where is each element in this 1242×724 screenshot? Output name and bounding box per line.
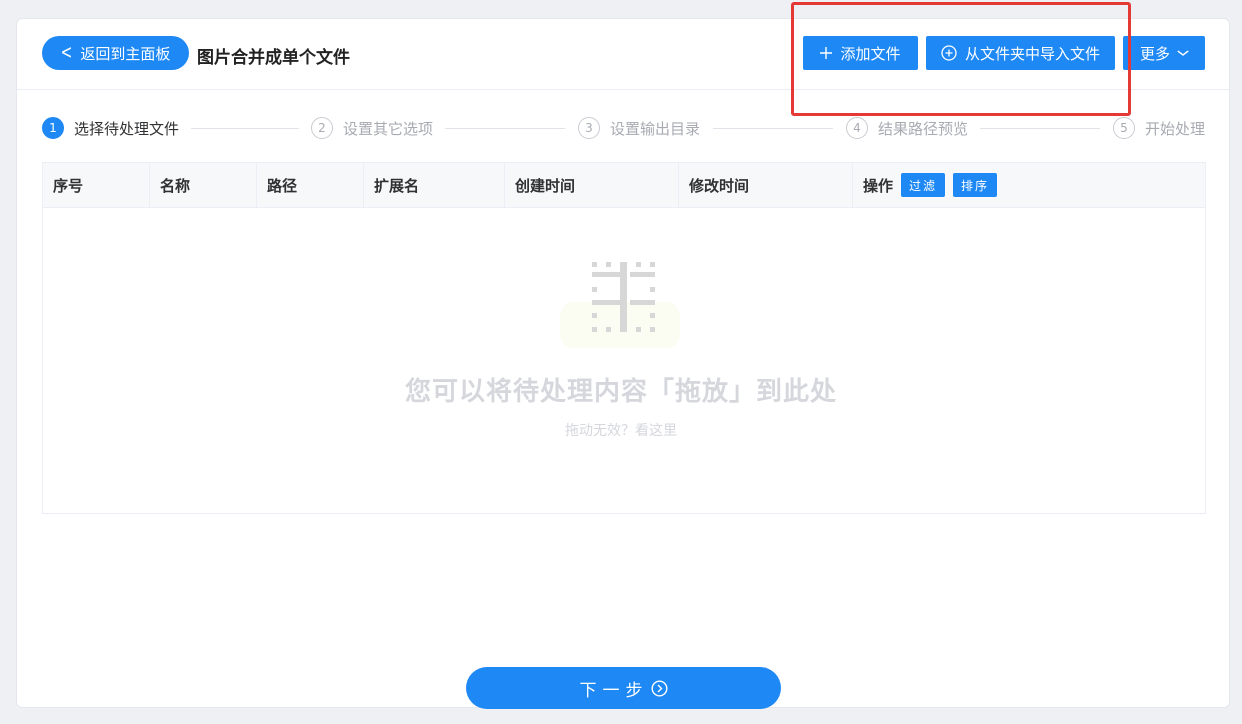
step-connector: [191, 128, 299, 129]
chevron-left-icon: <: [60, 41, 73, 65]
more-label: 更多: [1139, 44, 1170, 63]
column-header-extension[interactable]: 扩展名: [364, 163, 505, 207]
step-connector: [445, 128, 565, 129]
add-file-label: 添加文件: [840, 44, 901, 63]
main-panel: < 返回到主面板 图片合并成单个文件 添加文件 从文件夹中导入文件 更多 1 选: [16, 18, 1230, 708]
back-to-dashboard-button[interactable]: < 返回到主面板: [42, 36, 189, 70]
step-label: 设置输出目录: [610, 119, 701, 138]
next-step-button[interactable]: 下一步: [466, 667, 781, 709]
column-header-created[interactable]: 创建时间: [505, 163, 679, 207]
arrow-circle-right-icon: [650, 679, 668, 697]
filter-button[interactable]: 过滤: [901, 173, 946, 197]
more-dropdown-button[interactable]: 更多: [1123, 36, 1205, 70]
drop-zone-icon: [560, 262, 680, 348]
column-header-modified[interactable]: 修改时间: [679, 163, 853, 207]
table-header: 序号 名称 路径 扩展名 创建时间 修改时间 操作 过滤 排序: [43, 163, 1205, 208]
step-number: 1: [42, 117, 64, 139]
step-connector: [980, 128, 1100, 129]
step-start-processing[interactable]: 5 开始处理: [1113, 111, 1205, 145]
step-select-files[interactable]: 1 选择待处理文件: [42, 111, 179, 145]
column-header-path[interactable]: 路径: [257, 163, 364, 207]
wizard-steps: 1 选择待处理文件 2 设置其它选项 3 设置输出目录 4 结果路径预览 5 开…: [17, 111, 1229, 145]
plus-circle-icon: [941, 45, 957, 61]
import-from-folder-button[interactable]: 从文件夹中导入文件: [926, 36, 1115, 70]
chevron-down-icon: [1177, 47, 1190, 60]
import-from-folder-label: 从文件夹中导入文件: [964, 44, 1100, 63]
step-other-options[interactable]: 2 设置其它选项: [311, 111, 433, 145]
column-header-index[interactable]: 序号: [43, 163, 150, 207]
step-label: 设置其它选项: [343, 119, 434, 138]
actions-label: 操作: [863, 176, 894, 195]
next-step-label: 下一步: [579, 680, 649, 701]
step-number: 2: [311, 117, 333, 139]
step-connector: [713, 128, 833, 129]
add-file-button[interactable]: 添加文件: [803, 36, 918, 70]
step-label: 开始处理: [1145, 119, 1206, 138]
step-label: 选择待处理文件: [74, 119, 180, 138]
drop-zone-title: 您可以将待处理内容「拖放」到此处: [404, 377, 837, 407]
page-title: 图片合并成单个文件: [197, 48, 350, 68]
column-header-actions: 操作 过滤 排序: [853, 163, 1207, 207]
step-number: 5: [1113, 117, 1135, 139]
column-header-name[interactable]: 名称: [150, 163, 257, 207]
step-result-preview[interactable]: 4 结果路径预览: [846, 111, 968, 145]
drag-help-link[interactable]: 拖动无效？看这里: [0, 420, 1242, 440]
step-label: 结果路径预览: [878, 119, 969, 138]
step-output-dir[interactable]: 3 设置输出目录: [578, 111, 700, 145]
step-number: 3: [578, 117, 600, 139]
header-bar: < 返回到主面板 图片合并成单个文件 添加文件 从文件夹中导入文件 更多: [17, 19, 1229, 90]
step-number: 4: [846, 117, 868, 139]
sort-button[interactable]: 排序: [953, 173, 998, 197]
plus-icon: [820, 47, 833, 59]
back-button-label: 返回到主面板: [80, 44, 171, 63]
